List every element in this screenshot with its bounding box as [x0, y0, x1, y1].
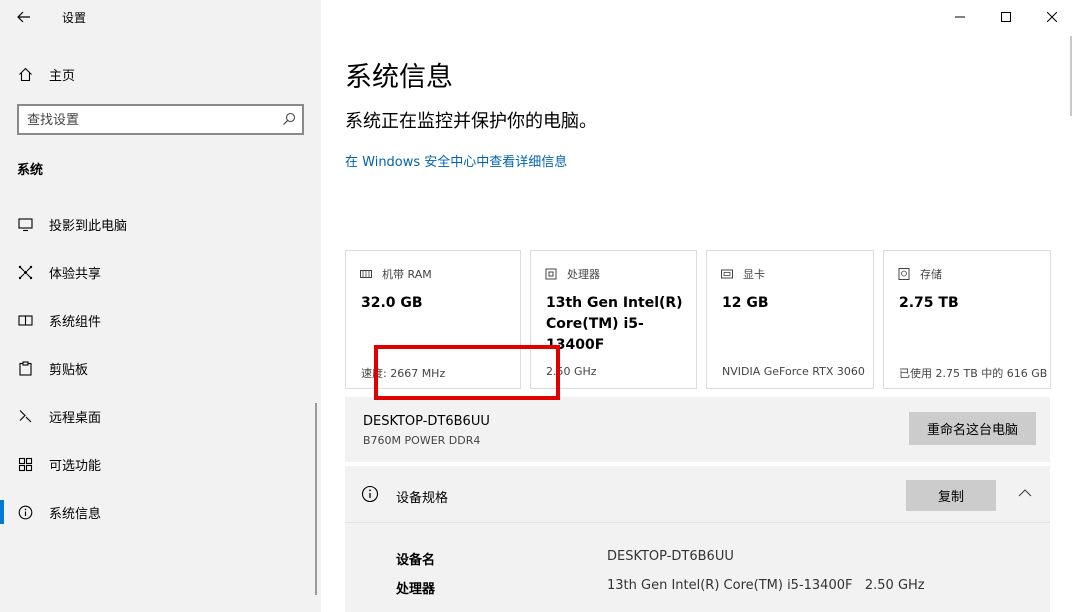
close-icon: [1047, 12, 1057, 22]
card-header: 机带 RAM: [360, 266, 432, 282]
sidebar-scrollbar[interactable]: [315, 403, 317, 595]
window-controls: [937, 0, 1075, 34]
card-detail: NVIDIA GeForce RTX 3060: [722, 365, 865, 378]
spec-key: 处理器: [396, 582, 436, 597]
sidebar-item-label: 主页: [49, 68, 76, 84]
sidebar-item-label: 系统信息: [49, 506, 102, 522]
card-header: 显卡: [721, 266, 765, 282]
card-gpu: 显卡 12 GB NVIDIA GeForce RTX 3060: [706, 250, 874, 389]
card-value: 32.0 GB: [361, 295, 423, 311]
sidebar-item-home[interactable]: 主页: [0, 58, 321, 90]
info-icon: [361, 485, 379, 503]
back-button[interactable]: [10, 4, 38, 30]
sidebar-item-about[interactable]: 系统信息: [0, 488, 321, 536]
page-title: 系统信息: [345, 62, 453, 93]
sidebar-item-label: 系统组件: [49, 314, 102, 330]
sidebar-item-system-components[interactable]: 系统组件: [0, 296, 321, 344]
back-arrow-icon: [17, 11, 30, 23]
card-value: 13th Gen Intel(R) Core(TM) i5-13400F: [546, 295, 683, 353]
share-icon: [17, 264, 33, 280]
card-label: 显卡: [743, 268, 765, 281]
search-input[interactable]: [27, 111, 267, 129]
maximize-icon: [1001, 12, 1011, 22]
sidebar-item-label: 体验共享: [49, 266, 102, 282]
main-scrollbar[interactable]: [1070, 36, 1072, 116]
projector-icon: [17, 216, 33, 232]
clipboard-icon: [17, 360, 33, 376]
memory-icon: [360, 270, 372, 278]
sidebar-item-label: 投影到此电脑: [49, 218, 128, 234]
device-name: DESKTOP-DT6B6UU: [363, 414, 490, 429]
home-icon: [17, 66, 33, 82]
sidebar-item-shared-experiences[interactable]: 体验共享: [0, 248, 321, 296]
remote-desktop-icon: [17, 408, 33, 424]
sidebar: 设置 主页 系统 投影到此电脑 体验共享 系统组件: [0, 0, 321, 612]
gpu-highlight-box: [374, 345, 560, 400]
sidebar-item-optional-features[interactable]: 可选功能: [0, 440, 321, 488]
card-value: 2.75 TB: [899, 295, 959, 311]
section-label-system: 系统: [17, 163, 44, 178]
spec-row: 处理器 13th Gen Intel(R) Core(TM) i5-13400F…: [396, 578, 1046, 600]
chevron-up-icon[interactable]: [1017, 485, 1033, 501]
search-box[interactable]: [17, 104, 304, 135]
spec-value: 13th Gen Intel(R) Core(TM) i5-13400F 2.5…: [607, 578, 925, 593]
sidebar-item-label: 远程桌面: [49, 410, 102, 426]
processor-icon: [545, 268, 557, 280]
page-subtitle: 系统正在监控并保护你的电脑。: [345, 111, 597, 132]
sidebar-item-projecting[interactable]: 投影到此电脑: [0, 200, 321, 248]
minimize-icon: [955, 16, 965, 18]
spec-row: 设备名 DESKTOP-DT6B6UU: [396, 549, 1046, 571]
copy-button[interactable]: 复制: [906, 480, 996, 511]
card-value: 12 GB: [722, 295, 769, 311]
card-storage: 存储 2.75 TB 已使用 2.75 TB 中的 616 GB: [883, 250, 1051, 389]
sidebar-item-label: 剪贴板: [49, 362, 89, 378]
security-center-link[interactable]: 在 Windows 安全中心中查看详细信息: [345, 151, 567, 170]
device-panel: DESKTOP-DT6B6UU B760M POWER DDR4 重命名这台电脑: [345, 397, 1050, 462]
titlebar-left: 设置: [0, 0, 321, 34]
minimize-button[interactable]: [937, 0, 983, 34]
spec-key: 设备名: [396, 553, 436, 568]
card-detail: 已使用 2.75 TB 中的 616 GB: [899, 367, 1048, 380]
card-label: 机带 RAM: [382, 268, 432, 281]
card-label: 处理器: [567, 268, 600, 281]
storage-icon: [898, 268, 910, 280]
app-title: 设置: [62, 11, 87, 25]
info-icon: [17, 504, 33, 520]
card-label: 存储: [920, 268, 942, 281]
main-content: 系统信息 系统正在监控并保护你的电脑。 在 Windows 安全中心中查看详细信…: [321, 0, 1075, 612]
sidebar-item-remote-desktop[interactable]: 远程桌面: [0, 392, 321, 440]
components-icon: [17, 312, 33, 328]
device-specs-title: 设备规格: [396, 491, 449, 506]
maximize-button[interactable]: [983, 0, 1029, 34]
sidebar-item-clipboard[interactable]: 剪贴板: [0, 344, 321, 392]
device-specs-header[interactable]: 设备规格 复制: [345, 466, 1050, 523]
spec-value: DESKTOP-DT6B6UU: [607, 549, 734, 564]
sidebar-nav: 投影到此电脑 体验共享 系统组件 剪贴板 远程桌面 可选功能 系统信息: [0, 200, 321, 536]
card-header: 存储: [898, 266, 942, 282]
sidebar-item-label: 可选功能: [49, 458, 102, 474]
search-icon[interactable]: [282, 112, 296, 126]
rename-pc-button[interactable]: 重命名这台电脑: [909, 412, 1036, 445]
optional-features-icon: [17, 456, 33, 472]
device-model: B760M POWER DDR4: [363, 434, 481, 447]
close-button[interactable]: [1029, 0, 1075, 34]
gpu-icon: [721, 269, 733, 279]
card-header: 处理器: [545, 266, 600, 282]
device-specs-panel: 设备规格 复制 设备名 DESKTOP-DT6B6UU 处理器 13th Gen…: [345, 466, 1050, 612]
